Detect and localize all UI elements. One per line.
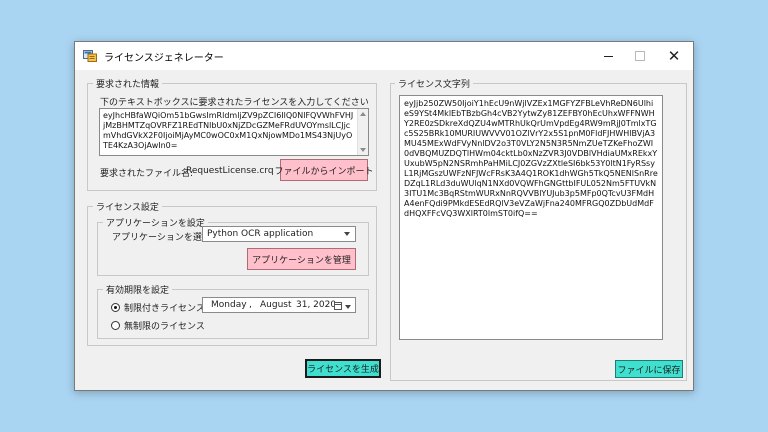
request-info-group-label: 要求された情報 [93, 77, 163, 90]
license-generator-window: ライセンスジェネレーター ✕ 要求された情報 下のテキストボックスに要求されたラ… [74, 41, 694, 391]
application-select-label: アプリケーションを選択 [112, 233, 211, 243]
application-select-value: Python OCR application [207, 229, 314, 239]
import-from-file-label: ファイルからインポート [274, 166, 374, 177]
requested-file-name: RequestLicense.crq [186, 166, 274, 176]
request-instruction: 下のテキストボックスに要求されたライセンスを入力してください [100, 98, 369, 108]
license-settings-group-label: ライセンス設定 [93, 200, 162, 213]
close-button[interactable]: ✕ [658, 42, 690, 70]
close-icon: ✕ [667, 47, 681, 65]
limited-license-option[interactable]: 制限付きライセンス [111, 301, 205, 314]
manage-applications-button[interactable]: アプリケーションを管理 [247, 248, 356, 270]
license-string-text: eyJjb250ZW50IjoiY1hEcU9nWjlVZEx1MGFYZFBL… [404, 99, 658, 218]
calendar-icon[interactable] [334, 302, 342, 310]
save-to-file-label: ファイルに保存 [617, 365, 681, 376]
limited-license-radio[interactable] [111, 303, 120, 312]
request-textbox-scrollbar[interactable] [357, 109, 368, 155]
chevron-down-icon [344, 232, 350, 236]
manage-applications-label: アプリケーションを管理 [252, 255, 351, 266]
generate-license-button[interactable]: ライセンスを生成 [305, 359, 381, 378]
license-string-group-label: ライセンス文字列 [395, 77, 473, 90]
minimize-button[interactable] [592, 42, 624, 70]
app-icon [83, 50, 97, 62]
generate-license-label: ライセンスを生成 [307, 365, 379, 375]
chevron-down-icon[interactable] [345, 305, 351, 309]
request-license-input[interactable]: eyJhcHBfaWQiOm51bGwsImRldmljZV9pZCI6IlQ0… [99, 108, 369, 156]
expiry-group-label: 有効期限を設定 [103, 283, 173, 296]
scroll-down-icon [360, 148, 366, 152]
unlimited-license-radio[interactable] [111, 321, 120, 330]
application-group-label: アプリケーションを設定 [103, 216, 208, 229]
request-license-text: eyJhcHBfaWQiOm51bGwsImRldmljZV9pZCI6IlQ0… [103, 111, 354, 150]
unlimited-license-option[interactable]: 無制限のライセンス [111, 319, 205, 332]
date-weekday: Monday [211, 300, 247, 310]
unlimited-license-label: 無制限のライセンス [124, 322, 205, 332]
scroll-up-icon [360, 112, 366, 116]
maximize-icon [635, 51, 645, 61]
date-month: August [260, 300, 292, 310]
requested-file-label: 要求されたファイル名: [100, 169, 194, 179]
limited-license-label: 制限付きライセンス [124, 304, 205, 314]
minimize-icon [603, 55, 613, 57]
date-day-year: 31, 2020 [296, 300, 337, 310]
window-title: ライセンスジェネレーター [104, 53, 224, 64]
application-select[interactable]: Python OCR application [202, 226, 356, 242]
license-string-output[interactable]: eyJjb250ZW50IjoiY1hEcU9nWjlVZEx1MGFYZFBL… [399, 95, 663, 340]
import-from-file-button[interactable]: ファイルからインポート [275, 159, 374, 181]
title-bar: ライセンスジェネレーター ✕ [75, 42, 693, 70]
expiry-date-picker[interactable]: Monday , August 31, 2020 [202, 297, 356, 313]
maximize-button[interactable] [624, 42, 656, 70]
date-separator: , [249, 300, 252, 310]
save-to-file-button[interactable]: ファイルに保存 [615, 360, 683, 378]
